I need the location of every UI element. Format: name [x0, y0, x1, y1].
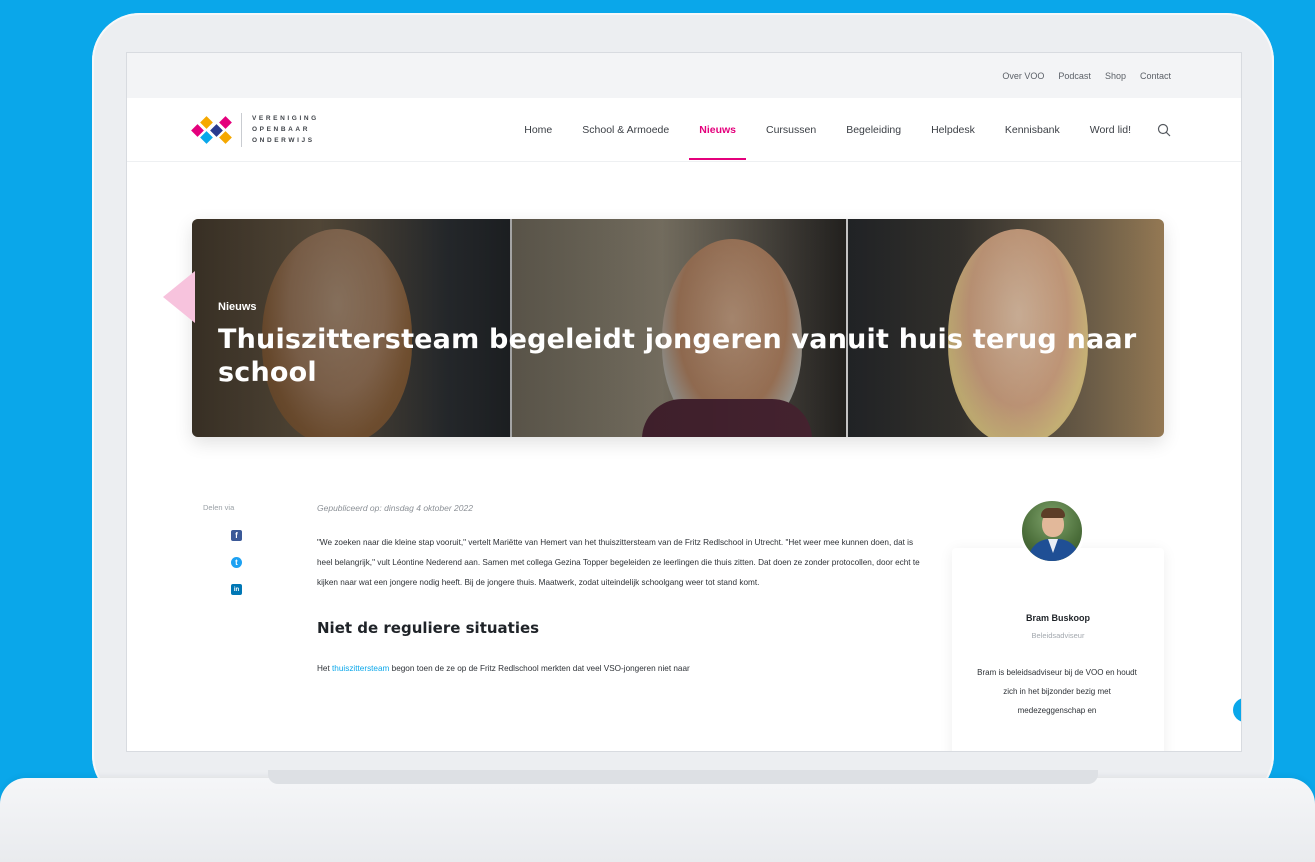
logo-diamond	[219, 130, 232, 144]
logo-diamond	[219, 115, 232, 129]
thuiszittersteam-link[interactable]: thuiszittersteam	[332, 664, 389, 673]
chat-bubble-icon[interactable]	[1233, 698, 1241, 722]
logo-diamond	[200, 130, 213, 144]
author-card	[952, 548, 1164, 751]
nav-item-nieuws[interactable]: Nieuws	[689, 124, 746, 160]
nav-item-kennisbank[interactable]: Kennisbank	[1005, 124, 1060, 136]
author-role: Beleidsadviseur	[1031, 631, 1085, 640]
utility-bar: Over VOO Podcast Shop Contact	[127, 53, 1241, 98]
article-subheading: Niet de reguliere situaties	[317, 619, 540, 637]
logo-divider	[241, 112, 242, 147]
article-paragraph: Het thuiszittersteam begon toen de ze op…	[317, 664, 690, 673]
hero-category-tag[interactable]: Nieuws	[218, 301, 257, 313]
nav-item-word-lid[interactable]: Word lid!	[1090, 124, 1131, 136]
author-avatar	[1019, 498, 1085, 564]
logo-diamond	[200, 115, 213, 129]
main-nav: VERENIGING OPENBAAR ONDERWIJS Home Schoo…	[127, 98, 1241, 162]
nav-item-home[interactable]: Home	[524, 124, 552, 136]
site-logo[interactable]: VERENIGING OPENBAAR ONDERWIJS	[191, 112, 433, 147]
linkedin-icon[interactable]: in	[231, 584, 242, 595]
top-link-over-voo[interactable]: Over VOO	[1002, 71, 1044, 81]
nav-item-helpdesk[interactable]: Helpdesk	[931, 124, 975, 136]
hero-title: Thuiszittersteam begeleidt jongeren vanu…	[218, 324, 1137, 388]
logo-line: OPENBAAR	[252, 126, 310, 133]
article-body: Gepubliceerd op: dinsdag 4 oktober 2022 …	[317, 503, 927, 679]
logo-line: ONDERWIJS	[252, 137, 315, 144]
browser-screen: Over VOO Podcast Shop Contact VERENIGING…	[126, 52, 1242, 752]
nav-menu: Home School & Armoede Nieuws Cursussen B…	[524, 124, 1131, 160]
share-label: Delen via	[203, 503, 235, 512]
publish-date: Gepubliceerd op: dinsdag 4 oktober 2022	[317, 503, 473, 513]
top-link-shop[interactable]: Shop	[1105, 71, 1126, 81]
logo-mark-icon	[191, 115, 232, 144]
twitter-icon[interactable]: t	[231, 557, 242, 568]
top-link-podcast[interactable]: Podcast	[1058, 71, 1091, 81]
author-bio: Bram is beleidsadviseur bij de VOO en ho…	[977, 668, 1137, 715]
search-icon[interactable]	[1157, 123, 1171, 137]
hero-banner: Nieuws Thuiszittersteam begeleidt jonger…	[192, 219, 1164, 437]
nav-item-begeleiding[interactable]: Begeleiding	[846, 124, 901, 136]
logo-text: VERENIGING OPENBAAR ONDERWIJS	[252, 115, 319, 144]
laptop-notch	[268, 770, 1098, 784]
logo-line: VERENIGING	[252, 115, 319, 122]
nav-item-school-armoede[interactable]: School & Armoede	[582, 124, 669, 136]
top-link-contact[interactable]: Contact	[1140, 71, 1171, 81]
nav-item-cursussen[interactable]: Cursussen	[766, 124, 816, 136]
share-column: Delen via f t in	[203, 503, 253, 611]
laptop-base	[0, 778, 1315, 862]
facebook-icon[interactable]: f	[231, 530, 242, 541]
article-intro: "We zoeken naar die kleine stap vooruit,…	[317, 538, 920, 587]
author-name: Bram Buskoop	[1025, 613, 1090, 623]
